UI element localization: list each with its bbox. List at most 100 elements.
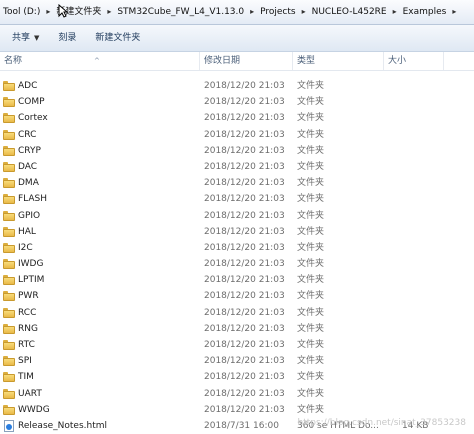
list-item[interactable]: WWDG 2018/12/20 21:03 文件夹: [0, 402, 474, 418]
item-date: 2018/12/20 21:03: [204, 113, 285, 124]
share-button[interactable]: 共享 ▼: [5, 28, 46, 48]
item-name: HAL: [18, 226, 36, 237]
share-label: 共享: [12, 33, 31, 43]
chevron-right-icon[interactable]: ▸: [43, 4, 53, 20]
caret-down-icon: ▼: [34, 34, 40, 42]
folder-icon: [3, 242, 15, 253]
item-date: 2018/12/20 21:03: [204, 210, 285, 221]
breadcrumb-board[interactable]: NUCLEO-L452RE: [309, 4, 390, 20]
item-type: 文件夹: [297, 242, 325, 253]
list-item[interactable]: FLASH 2018/12/20 21:03 文件夹: [0, 191, 474, 207]
column-name-label: 名称: [4, 56, 23, 66]
column-size[interactable]: 大小: [384, 52, 444, 70]
item-name: RTC: [18, 340, 35, 350]
folder-icon: [3, 323, 15, 334]
folder-icon: [3, 307, 15, 318]
folder-icon: [3, 340, 15, 350]
list-item[interactable]: UART 2018/12/20 21:03 文件夹: [0, 386, 474, 402]
folder-icon: [3, 113, 15, 124]
folder-icon: [3, 129, 15, 140]
column-modified-label: 修改日期: [204, 56, 241, 66]
item-name: I2C: [18, 242, 33, 253]
address-bar[interactable]: Tool (D:) ▸ 新建文件夹 ▸ STM32Cube_FW_L4_V1.1…: [0, 0, 474, 25]
item-type: 文件夹: [297, 194, 325, 205]
item-name: WWDG: [18, 404, 50, 415]
list-item[interactable]: TIM 2018/12/20 21:03 文件夹: [0, 369, 474, 385]
chevron-right-icon[interactable]: ▸: [104, 4, 114, 20]
breadcrumb-examples[interactable]: Examples: [400, 4, 450, 20]
item-date: 2018/12/20 21:03: [204, 81, 285, 91]
list-item[interactable]: DAC 2018/12/20 21:03 文件夹: [0, 159, 474, 175]
item-date: 2018/12/20 21:03: [204, 356, 285, 367]
column-modified[interactable]: 修改日期: [200, 52, 293, 70]
item-type: 文件夹: [297, 226, 325, 237]
item-name: Cortex: [18, 113, 48, 124]
list-item[interactable]: ADC 2018/12/20 21:03 文件夹: [0, 78, 474, 94]
chevron-right-icon[interactable]: ▸: [390, 4, 400, 20]
list-item[interactable]: RNG 2018/12/20 21:03 文件夹: [0, 321, 474, 337]
item-type: 文件夹: [297, 388, 325, 399]
item-type: 文件夹: [297, 291, 325, 302]
column-size-label: 大小: [388, 56, 407, 66]
list-item[interactable]: Cortex 2018/12/20 21:03 文件夹: [0, 110, 474, 126]
item-type: 文件夹: [297, 178, 325, 189]
folder-icon: [3, 372, 15, 383]
folder-icon: [3, 388, 15, 399]
breadcrumb-drive[interactable]: Tool (D:): [0, 4, 43, 20]
item-name: FLASH: [18, 194, 48, 205]
item-date: 2018/12/20 21:03: [204, 242, 285, 253]
item-type: 文件夹: [297, 404, 325, 415]
breadcrumb-cube[interactable]: STM32Cube_FW_L4_V1.13.0: [114, 4, 247, 20]
list-item[interactable]: RCC 2018/12/20 21:03 文件夹: [0, 305, 474, 321]
item-date: 2018/12/20 21:03: [204, 291, 285, 302]
folder-icon: [3, 161, 15, 172]
list-item[interactable]: LPTIM 2018/12/20 21:03 文件夹: [0, 272, 474, 288]
list-item[interactable]: RTC 2018/12/20 21:03 文件夹: [0, 337, 474, 353]
item-type: 文件夹: [297, 129, 325, 140]
item-name: DAC: [18, 161, 38, 172]
list-item[interactable]: CRC 2018/12/20 21:03 文件夹: [0, 127, 474, 143]
item-date: 2018/12/20 21:03: [204, 388, 285, 399]
item-type: 文件夹: [297, 145, 325, 156]
item-name: PWR: [18, 291, 39, 302]
column-header: 名称 ^ 修改日期 类型 大小: [0, 52, 474, 71]
item-date: 2018/12/20 21:03: [204, 145, 285, 156]
item-date: 2018/12/20 21:03: [204, 259, 285, 270]
item-name: LPTIM: [18, 275, 45, 286]
folder-icon: [3, 259, 15, 270]
breadcrumb: Tool (D:) ▸ 新建文件夹 ▸ STM32Cube_FW_L4_V1.1…: [0, 4, 474, 20]
list-item[interactable]: HAL 2018/12/20 21:03 文件夹: [0, 224, 474, 240]
folder-icon: [3, 178, 15, 189]
list-item[interactable]: COMP 2018/12/20 21:03 文件夹: [0, 94, 474, 110]
folder-icon: [3, 194, 15, 205]
list-item[interactable]: PWR 2018/12/20 21:03 文件夹: [0, 288, 474, 304]
folder-icon: [3, 291, 15, 302]
item-type: 文件夹: [297, 81, 325, 91]
folder-icon: [3, 226, 15, 237]
folder-icon: [3, 81, 15, 91]
item-name: UART: [18, 388, 42, 399]
item-name: CRYP: [18, 145, 41, 156]
item-type: 文件夹: [297, 275, 325, 286]
item-type: 文件夹: [297, 259, 325, 270]
folder-icon: [3, 404, 15, 415]
folder-icon: [3, 97, 15, 108]
chevron-right-icon[interactable]: ▸: [449, 4, 459, 20]
breadcrumb-projects[interactable]: Projects: [257, 4, 298, 20]
list-item[interactable]: CRYP 2018/12/20 21:03 文件夹: [0, 143, 474, 159]
list-item[interactable]: I2C 2018/12/20 21:03 文件夹: [0, 240, 474, 256]
column-type[interactable]: 类型: [293, 52, 384, 70]
burn-button[interactable]: 刻录: [51, 28, 83, 48]
item-name: CRC: [18, 129, 37, 140]
new-folder-button[interactable]: 新建文件夹: [88, 28, 147, 48]
item-name: IWDG: [18, 259, 44, 270]
list-item[interactable]: IWDG 2018/12/20 21:03 文件夹: [0, 256, 474, 272]
chevron-right-icon[interactable]: ▸: [299, 4, 309, 20]
chevron-right-icon[interactable]: ▸: [247, 4, 257, 20]
list-item[interactable]: SPI 2018/12/20 21:03 文件夹: [0, 353, 474, 369]
list-item[interactable]: GPIO 2018/12/20 21:03 文件夹: [0, 208, 474, 224]
column-name[interactable]: 名称 ^: [0, 52, 200, 70]
item-type: 文件夹: [297, 372, 325, 383]
list-item[interactable]: DMA 2018/12/20 21:03 文件夹: [0, 175, 474, 191]
html-file-icon: [4, 419, 14, 432]
